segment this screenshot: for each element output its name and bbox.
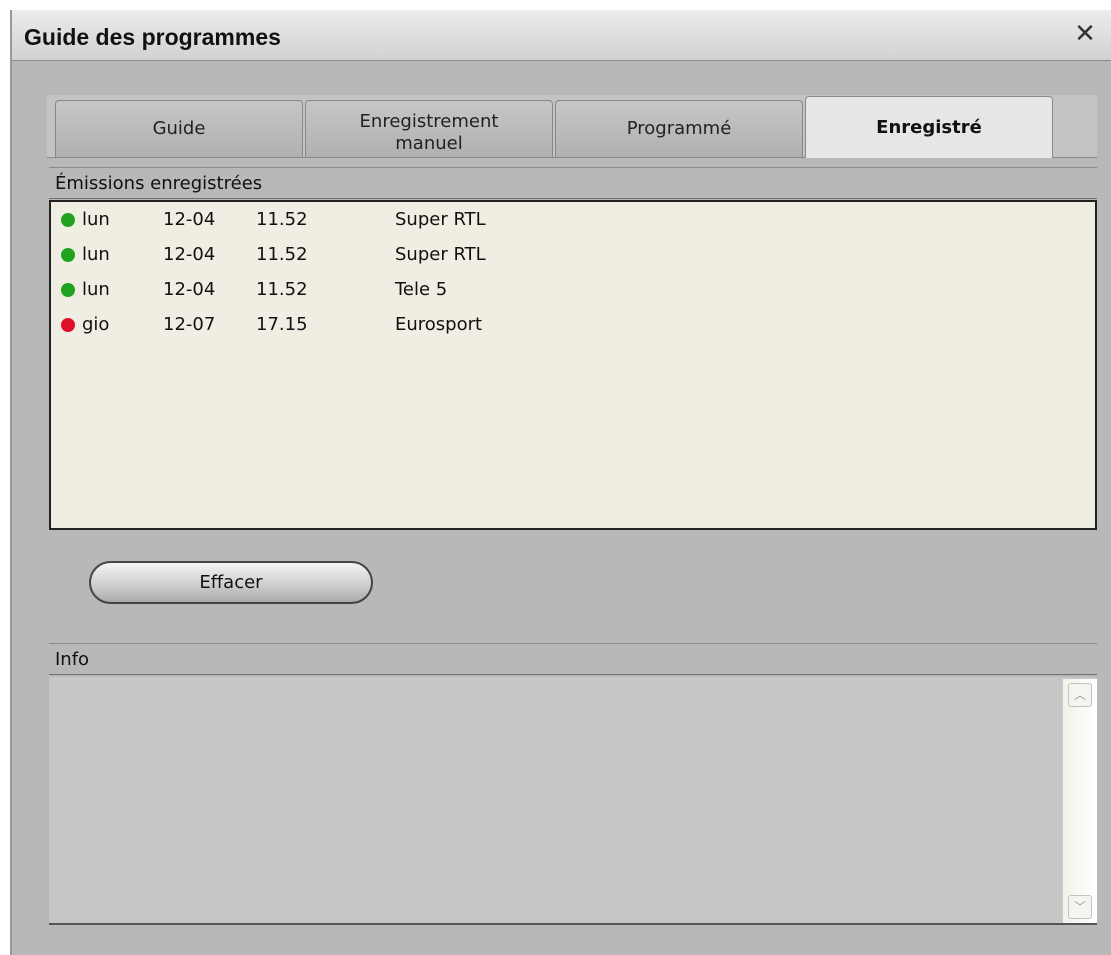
- recording-date: 12-07: [163, 314, 216, 335]
- status-dot-icon: [61, 318, 75, 332]
- delete-button[interactable]: Effacer: [89, 561, 373, 604]
- tab-label: Programmé: [626, 118, 732, 139]
- recording-day: gio: [82, 314, 110, 335]
- recording-day: lun: [82, 279, 110, 300]
- window-title: Guide des programmes: [24, 24, 281, 50]
- recording-date: 12-04: [163, 209, 216, 230]
- recording-channel: Tele 5: [395, 279, 448, 300]
- status-dot-icon: [61, 213, 75, 227]
- recordings-header: Émissions enregistrées: [49, 167, 1097, 199]
- tab-scheduled[interactable]: Programmé: [555, 100, 803, 157]
- recording-date: 12-04: [163, 279, 216, 300]
- tab-strip: Guide Enregistrement manuel Programmé En…: [47, 95, 1097, 158]
- info-header: Info: [49, 643, 1097, 675]
- scroll-down-icon[interactable]: ﹀: [1068, 895, 1092, 919]
- tab-recorded[interactable]: Enregistré: [805, 96, 1053, 158]
- recording-channel: Eurosport: [395, 314, 483, 335]
- recording-day: lun: [82, 209, 110, 230]
- tab-label: Enregistrement manuel: [359, 111, 499, 154]
- recording-channel: Super RTL: [395, 209, 486, 230]
- list-item[interactable]: lun 12-04 11.52 Tele 5: [51, 272, 1095, 307]
- scroll-up-icon[interactable]: ︿: [1068, 683, 1092, 707]
- status-dot-icon: [61, 283, 75, 297]
- recording-time: 11.52: [256, 244, 308, 265]
- tab-guide[interactable]: Guide: [55, 100, 303, 157]
- info-scrollbar[interactable]: ︿ ﹀: [1062, 679, 1097, 923]
- list-item[interactable]: gio 12-07 17.15 Eurosport: [51, 307, 1095, 342]
- recording-time: 11.52: [256, 279, 308, 300]
- program-guide-window: Guide des programmes ✕ Guide Enregistrem…: [10, 10, 1111, 955]
- list-item[interactable]: lun 12-04 11.52 Super RTL: [51, 237, 1095, 272]
- status-dot-icon: [61, 248, 75, 262]
- tab-manual-recording[interactable]: Enregistrement manuel: [305, 100, 553, 157]
- recording-channel: Super RTL: [395, 244, 486, 265]
- recording-time: 11.52: [256, 209, 308, 230]
- recording-time: 17.15: [256, 314, 308, 335]
- tab-label: Enregistré: [876, 116, 982, 138]
- list-item[interactable]: lun 12-04 11.52 Super RTL: [51, 202, 1095, 237]
- close-icon[interactable]: ✕: [1071, 20, 1099, 48]
- recording-day: lun: [82, 244, 110, 265]
- recordings-list[interactable]: lun 12-04 11.52 Super RTL lun 12-04 11.5…: [49, 200, 1097, 530]
- info-panel[interactable]: ︿ ﹀: [49, 677, 1097, 925]
- recording-date: 12-04: [163, 244, 216, 265]
- title-bar: Guide des programmes ✕: [12, 10, 1111, 61]
- tab-label: Guide: [152, 118, 206, 139]
